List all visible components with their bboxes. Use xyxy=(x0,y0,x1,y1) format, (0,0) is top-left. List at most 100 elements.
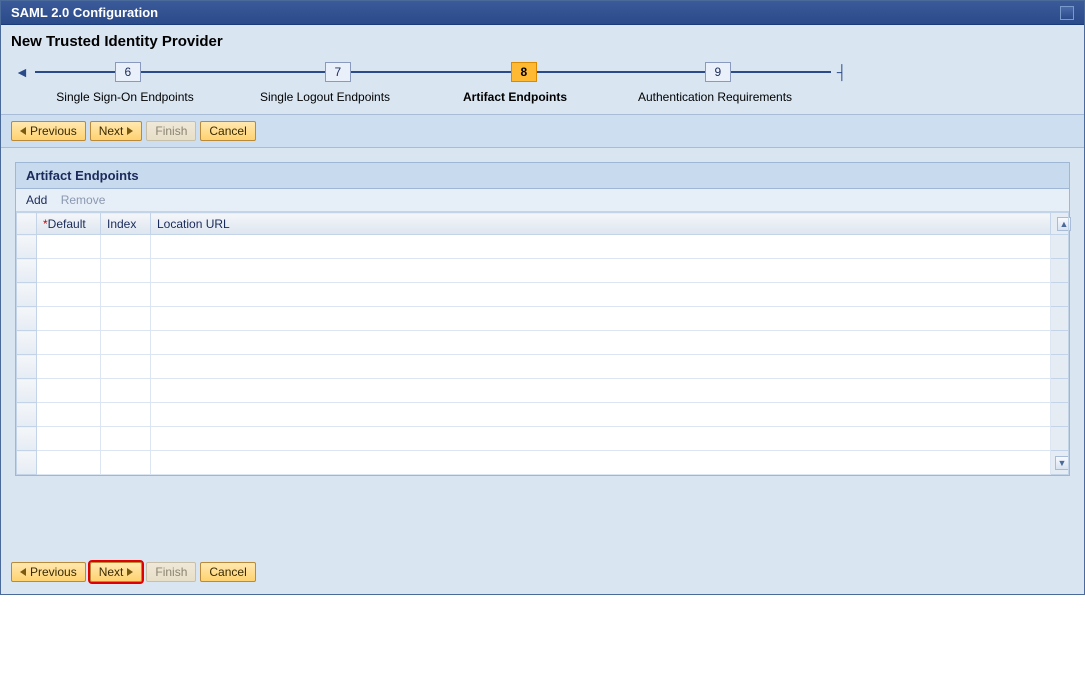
cancel-button-top[interactable]: Cancel xyxy=(200,121,255,141)
cell-default[interactable] xyxy=(37,259,101,283)
scroll-track xyxy=(1051,283,1069,307)
cell-index[interactable] xyxy=(101,283,151,307)
cell-index[interactable] xyxy=(101,427,151,451)
triangle-right-icon xyxy=(127,127,133,135)
page-subtitle: New Trusted Identity Provider xyxy=(1,25,1084,56)
cell-location-url[interactable] xyxy=(151,283,1051,307)
window-control-icon[interactable] xyxy=(1060,6,1074,20)
wizard-step-6[interactable]: 6 xyxy=(115,62,141,82)
cell-index[interactable] xyxy=(101,355,151,379)
cell-index[interactable] xyxy=(101,235,151,259)
cell-default[interactable] xyxy=(37,283,101,307)
add-link[interactable]: Add xyxy=(26,193,47,207)
previous-button-top[interactable]: Previous xyxy=(11,121,86,141)
table-row[interactable] xyxy=(17,283,1069,307)
cell-default[interactable] xyxy=(37,355,101,379)
scroll-track xyxy=(1051,427,1069,451)
wizard-end-cap-icon: ┤ xyxy=(837,64,847,80)
table-row[interactable] xyxy=(17,235,1069,259)
row-selector[interactable] xyxy=(17,259,37,283)
row-selector[interactable] xyxy=(17,355,37,379)
column-selector[interactable] xyxy=(17,213,37,235)
column-header-index[interactable]: Index xyxy=(101,213,151,235)
cell-location-url[interactable] xyxy=(151,259,1051,283)
row-selector[interactable] xyxy=(17,283,37,307)
artifact-endpoints-panel: Artifact Endpoints Add Remove xyxy=(15,162,1070,476)
wizard-step-7[interactable]: 7 xyxy=(325,62,351,82)
table-row[interactable] xyxy=(17,355,1069,379)
cell-location-url[interactable] xyxy=(151,379,1051,403)
scroll-down-icon: ▼ xyxy=(1055,456,1069,470)
triangle-left-icon xyxy=(20,127,26,135)
window-title: SAML 2.0 Configuration xyxy=(11,5,158,20)
cell-index[interactable] xyxy=(101,403,151,427)
scroll-track xyxy=(1051,235,1069,259)
previous-button-bottom[interactable]: Previous xyxy=(11,562,86,582)
scroll-up-cell[interactable]: ▲ xyxy=(1051,213,1069,235)
cell-default[interactable] xyxy=(37,451,101,475)
scroll-track xyxy=(1051,259,1069,283)
wizard-step-8[interactable]: 8 xyxy=(511,62,537,82)
cancel-button-bottom[interactable]: Cancel xyxy=(200,562,255,582)
scroll-up-icon: ▲ xyxy=(1057,217,1071,231)
cell-location-url[interactable] xyxy=(151,403,1051,427)
table-row[interactable] xyxy=(17,403,1069,427)
cell-index[interactable] xyxy=(101,307,151,331)
panel-toolbar: Add Remove xyxy=(16,189,1069,212)
artifact-endpoints-table: *Default Index Location URL ▲ ▼ xyxy=(16,212,1069,475)
cell-location-url[interactable] xyxy=(151,451,1051,475)
wizard-roadmap: ◄ 6 7 8 9 ┤ Single Sign-On Endpoints Sin… xyxy=(1,56,1084,114)
table-row[interactable] xyxy=(17,259,1069,283)
wizard-label-7: Single Logout Endpoints xyxy=(225,90,425,104)
table-row[interactable] xyxy=(17,331,1069,355)
scroll-track xyxy=(1051,331,1069,355)
row-selector[interactable] xyxy=(17,451,37,475)
row-selector[interactable] xyxy=(17,307,37,331)
cell-index[interactable] xyxy=(101,379,151,403)
cell-default[interactable] xyxy=(37,427,101,451)
cell-location-url[interactable] xyxy=(151,235,1051,259)
scroll-track xyxy=(1051,355,1069,379)
table-row[interactable] xyxy=(17,307,1069,331)
row-selector[interactable] xyxy=(17,427,37,451)
cell-location-url[interactable] xyxy=(151,307,1051,331)
cell-default[interactable] xyxy=(37,403,101,427)
row-selector[interactable] xyxy=(17,331,37,355)
triangle-right-icon xyxy=(127,568,133,576)
finish-button-top: Finish xyxy=(146,121,196,141)
cell-default[interactable] xyxy=(37,235,101,259)
cell-location-url[interactable] xyxy=(151,331,1051,355)
scroll-track xyxy=(1051,403,1069,427)
finish-button-bottom: Finish xyxy=(146,562,196,582)
cell-index[interactable] xyxy=(101,331,151,355)
cell-location-url[interactable] xyxy=(151,427,1051,451)
scroll-track[interactable]: ▼ xyxy=(1051,451,1069,475)
column-header-location[interactable]: Location URL xyxy=(151,213,1051,235)
table-row[interactable] xyxy=(17,379,1069,403)
remove-link: Remove xyxy=(61,193,106,207)
cell-default[interactable] xyxy=(37,379,101,403)
triangle-left-icon xyxy=(20,568,26,576)
row-selector[interactable] xyxy=(17,235,37,259)
wizard-step-9[interactable]: 9 xyxy=(705,62,731,82)
cell-index[interactable] xyxy=(101,451,151,475)
cell-index[interactable] xyxy=(101,259,151,283)
next-button-top[interactable]: Next xyxy=(90,121,143,141)
window-frame: SAML 2.0 Configuration New Trusted Ident… xyxy=(0,0,1085,595)
cell-default[interactable] xyxy=(37,331,101,355)
cell-default[interactable] xyxy=(37,307,101,331)
title-bar: SAML 2.0 Configuration xyxy=(1,1,1084,25)
wizard-prev-arrow-icon[interactable]: ◄ xyxy=(15,64,29,80)
column-header-default[interactable]: *Default xyxy=(37,213,101,235)
scroll-track xyxy=(1051,379,1069,403)
table-row[interactable] xyxy=(17,427,1069,451)
bottom-button-bar: Previous Next Finish Cancel xyxy=(1,554,1084,594)
next-button-bottom[interactable]: Next xyxy=(90,562,143,582)
row-selector[interactable] xyxy=(17,403,37,427)
panel-title: Artifact Endpoints xyxy=(16,163,1069,189)
cell-location-url[interactable] xyxy=(151,355,1051,379)
wizard-label-6: Single Sign-On Endpoints xyxy=(25,90,225,104)
grid-wrap: *Default Index Location URL ▲ ▼ xyxy=(16,212,1069,475)
row-selector[interactable] xyxy=(17,379,37,403)
table-row[interactable]: ▼ xyxy=(17,451,1069,475)
